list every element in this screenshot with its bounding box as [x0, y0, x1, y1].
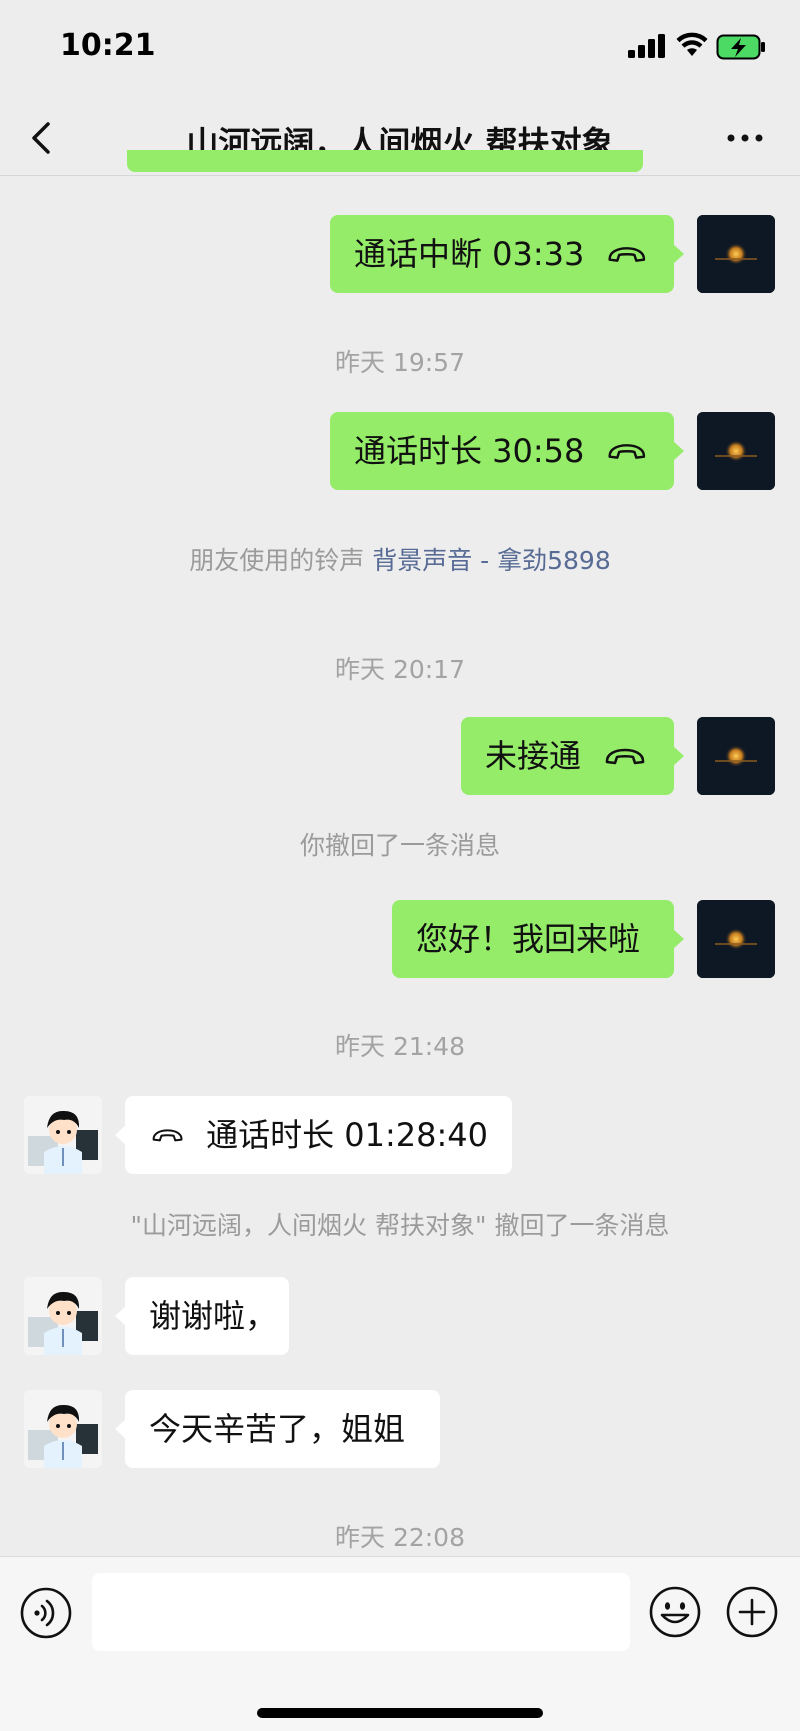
status-time: 10:21 — [60, 28, 156, 63]
phone-hangup-icon — [152, 1129, 183, 1142]
my-avatar[interactable] — [697, 412, 775, 490]
message-row: 您好！我回来啦 — [0, 900, 800, 978]
ringtone-notice: 朋友使用的铃声 背景声音 - 拿劲5898 — [0, 541, 800, 577]
phone-hangup-icon — [608, 247, 646, 262]
signal-icon — [628, 34, 665, 58]
message-text: 您好！我回来啦 — [416, 920, 641, 958]
phone-hangup-icon — [605, 748, 645, 765]
text-bubble[interactable]: 您好！我回来啦 — [392, 900, 684, 978]
message-row: 通话时长 30:58 — [0, 412, 800, 490]
message-text: 今天辛苦了，姐姐 — [149, 1410, 406, 1448]
message-row: 通话中断 03:33 — [0, 215, 800, 293]
my-avatar[interactable] — [697, 717, 775, 795]
call-text: 未接通 — [485, 737, 582, 775]
input-bar — [0, 1556, 800, 1731]
cut-off-bubble — [127, 150, 643, 172]
call-bubble[interactable]: 通话中断 03:33 — [330, 215, 684, 293]
my-avatar[interactable] — [697, 215, 775, 293]
recall-notice: "山河远阔，人间烟火 帮扶对象" 撤回了一条消息 — [130, 1211, 670, 1240]
status-bar: 10:21 — [0, 0, 800, 100]
chat-messages: 通话中断 03:33 昨天 19:57 通话时长 30:58 朋友使用的铃声 背… — [0, 150, 800, 1556]
timestamp: 昨天 19:57 — [335, 348, 465, 377]
message-row: 未接通 — [0, 717, 800, 795]
timestamp: 昨天 22:08 — [335, 1523, 465, 1552]
recall-notice: 你撤回了一条消息 — [299, 831, 500, 860]
message-text: 谢谢啦， — [149, 1297, 278, 1335]
call-text: 通话时长 01:28:40 — [206, 1116, 488, 1154]
emoji-icon[interactable] — [648, 1585, 702, 1639]
phone-hangup-icon — [608, 444, 646, 459]
wifi-icon — [676, 32, 708, 56]
contact-avatar[interactable] — [24, 1277, 102, 1355]
battery-icon — [716, 34, 765, 60]
call-text: 通话中断 03:33 — [354, 235, 585, 273]
contact-avatar[interactable] — [24, 1390, 102, 1468]
ringtone-label: 朋友使用的铃声 — [189, 546, 365, 575]
message-row: 今天辛苦了，姐姐 — [0, 1390, 800, 1468]
message-input[interactable] — [92, 1573, 630, 1651]
timestamp: 昨天 20:17 — [335, 655, 465, 684]
message-row: 通话时长 01:28:40 — [0, 1096, 800, 1174]
call-text: 通话时长 30:58 — [354, 432, 585, 470]
call-bubble[interactable]: 通话时长 30:58 — [330, 412, 684, 490]
voice-icon[interactable] — [20, 1587, 72, 1639]
ringtone-link[interactable]: 背景声音 - 拿劲5898 — [372, 546, 611, 575]
message-row: 谢谢啦， — [0, 1277, 800, 1355]
call-bubble[interactable]: 未接通 — [461, 717, 684, 795]
my-avatar[interactable] — [697, 900, 775, 978]
text-bubble[interactable]: 今天辛苦了，姐姐 — [115, 1390, 440, 1468]
call-bubble[interactable]: 通话时长 01:28:40 — [115, 1096, 512, 1174]
text-bubble[interactable]: 谢谢啦， — [115, 1277, 289, 1355]
plus-icon[interactable] — [725, 1585, 779, 1639]
timestamp: 昨天 21:48 — [335, 1032, 465, 1061]
home-indicator — [257, 1708, 543, 1718]
contact-avatar[interactable] — [24, 1096, 102, 1174]
